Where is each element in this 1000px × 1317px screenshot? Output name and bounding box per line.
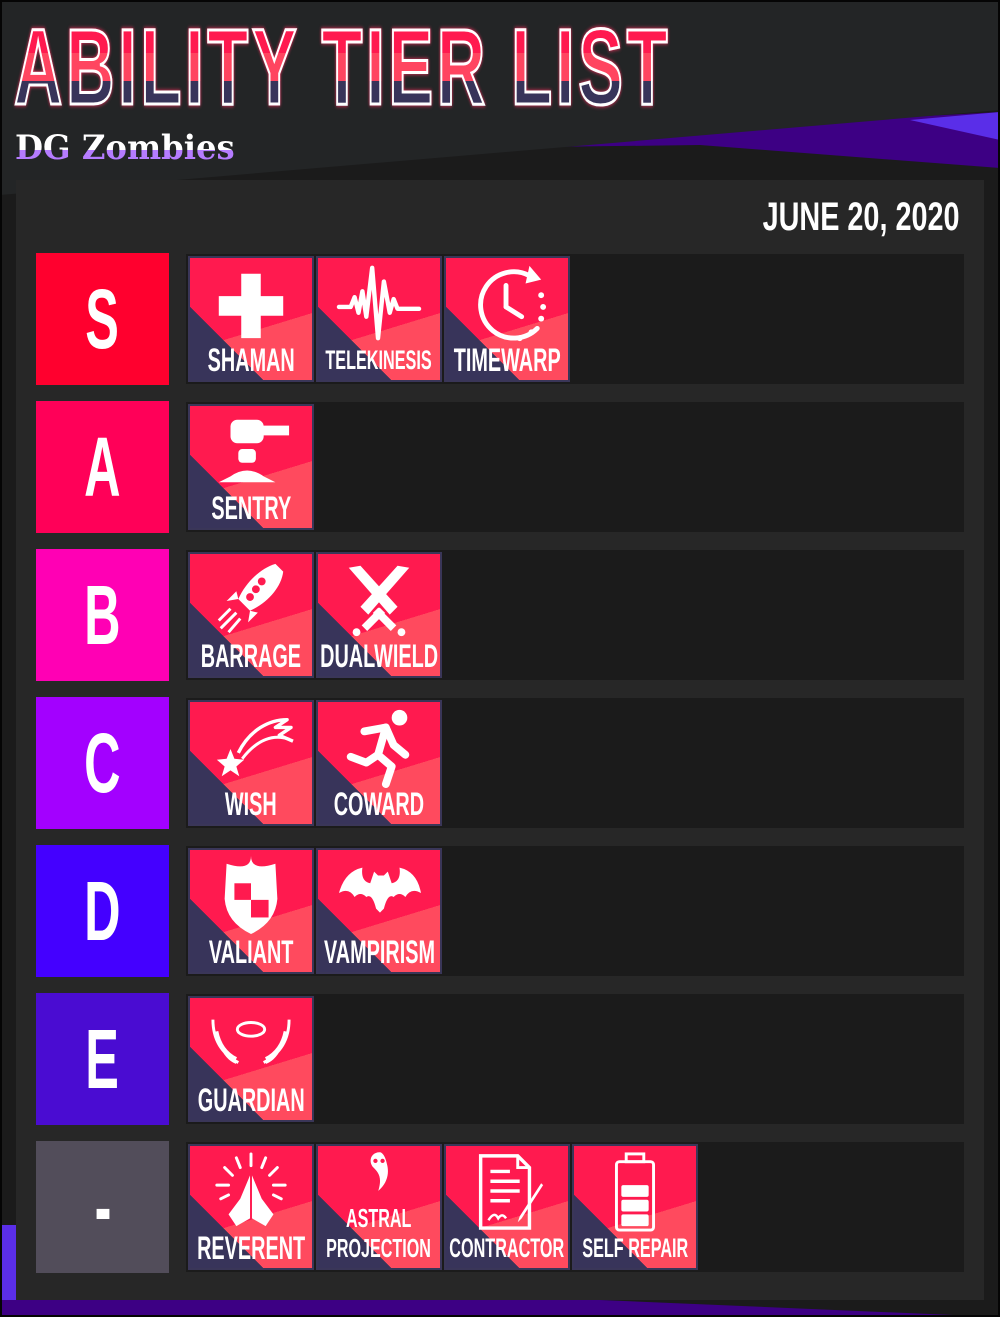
ability-name-text: GUARDIAN [197,1081,305,1118]
ability-name: BARRAGE [190,636,312,676]
tier-label-text: A [84,419,121,514]
ability-name: REVERENT [190,1228,312,1268]
tier-label: D [36,845,169,977]
ability-name-text: WISH [225,785,277,822]
ability-card[interactable]: CONTRACTOR [444,1144,570,1270]
ability-name: SELF REPAIR [574,1228,696,1268]
ability-name: TIMEWARP [446,340,568,380]
running-person-icon [318,702,440,792]
tier-track: VALIANT VAMPIRISM [186,846,964,976]
ability-name-text: TIMEWARP [453,341,561,378]
tier-row: A SENTRY [36,401,966,533]
ability-name: SENTRY [190,488,312,528]
tier-track: WISH COWARD [186,698,964,828]
ability-card[interactable]: SELF REPAIR [572,1144,698,1270]
tier-track: SENTRY [186,402,964,532]
ability-card[interactable]: WISH [188,700,314,826]
tier-row: B BARRAGE DUALWIELD [36,549,966,681]
ability-name-text: COWARD [333,785,425,822]
clock-rewind-icon [446,258,568,348]
bat-icon [318,850,440,940]
ability-name-text: TELEKINESIS [325,344,433,375]
tier-label: B [36,549,169,681]
ability-name-text: SENTRY [211,489,291,526]
tier-label: S [36,253,169,385]
turret-icon [190,406,312,496]
ability-name: DUALWIELD [318,636,440,676]
tier-label: A [36,401,169,533]
tier-track: REVERENT ASTRAL PROJECTION CONTRACTOR SELF R… [186,1142,964,1272]
battery-icon [574,1146,696,1236]
tier-label: C [36,697,169,829]
tier-label-text: B [84,567,121,662]
ability-name-text: DUALWIELD [320,637,438,674]
tier-track: BARRAGE DUALWIELD [186,550,964,680]
tier-label: E [36,993,169,1125]
page-title: ABILITY TIER LIST [13,6,672,127]
shield-icon [190,850,312,940]
ability-name-text: SELF REPAIR [582,1232,688,1263]
ability-card[interactable]: REVERENT [188,1144,314,1270]
ability-name: COWARD [318,784,440,824]
waveform-icon [318,258,440,348]
ability-name-text: CONTRACTOR [449,1232,565,1263]
ability-name-text: VAMPIRISM [323,933,435,970]
rocket-icon [190,554,312,644]
tier-track: SHAMAN TELEKINESIS TIMEWARP [186,254,964,384]
ability-name: TELEKINESIS [318,340,440,380]
ability-name-text: REVERENT [196,1229,306,1266]
medical-cross-icon [190,258,312,348]
tier-track: GUARDIAN [186,994,964,1124]
ability-card[interactable]: BARRAGE [188,552,314,678]
date-label: JUNE 20, 2020 [763,195,960,239]
contract-pen-icon [446,1146,568,1236]
ability-card[interactable]: VAMPIRISM [316,848,442,974]
ability-name: CONTRACTOR [446,1228,568,1268]
bottom-left-violet [0,1255,16,1300]
ability-name: SHAMAN [190,340,312,380]
praying-hands-icon [190,1146,312,1236]
ability-name: VALIANT [190,932,312,972]
ability-card[interactable]: TELEKINESIS [316,256,442,382]
bottom-purple-stripe [0,1300,1000,1317]
tier-row: D VALIANT VAMPIRISM [36,845,966,977]
ability-name: WISH [190,784,312,824]
tier-label-text: C [84,715,121,810]
ability-name: GUARDIAN [190,1080,312,1120]
ability-name-text: SHAMAN [207,341,295,378]
tier-row: S SHAMAN TELEKINESIS TIMEWARP [36,253,966,385]
tier-label-text: E [85,1011,120,1106]
page-subtitle: DG Zombies [15,128,235,168]
ability-card[interactable]: SENTRY [188,404,314,530]
tier-label-text: - [94,1159,111,1254]
ability-card[interactable]: COWARD [316,700,442,826]
tier-label: - [36,1141,169,1273]
shooting-star-icon [190,702,312,792]
tier-row: E GUARDIAN [36,993,966,1125]
ability-card[interactable]: SHAMAN [188,256,314,382]
ability-card[interactable]: TIMEWARP [444,256,570,382]
ability-name: ASTRAL PROJECTION [318,1198,440,1268]
tier-row: C WISH COWARD [36,697,966,829]
ability-card[interactable]: DUALWIELD [316,552,442,678]
ability-name-line1: ASTRAL [346,1203,412,1233]
tier-label-text: S [85,271,120,366]
ability-card[interactable]: ASTRAL PROJECTION [316,1144,442,1270]
ability-card[interactable]: VALIANT [188,848,314,974]
tier-row: - REVERENT ASTRAL PROJECTION CONTRACTOR SELF … [36,1141,966,1273]
tier-label-text: D [84,863,121,958]
angel-wings-halo-icon [190,998,312,1088]
ability-name-line2: PROJECTION [326,1233,432,1263]
ability-name: VAMPIRISM [318,932,440,972]
crossed-swords-icon [318,554,440,644]
ability-name-text: VALIANT [208,933,294,970]
ability-card[interactable]: GUARDIAN [188,996,314,1122]
ability-name-text: BARRAGE [200,637,302,674]
